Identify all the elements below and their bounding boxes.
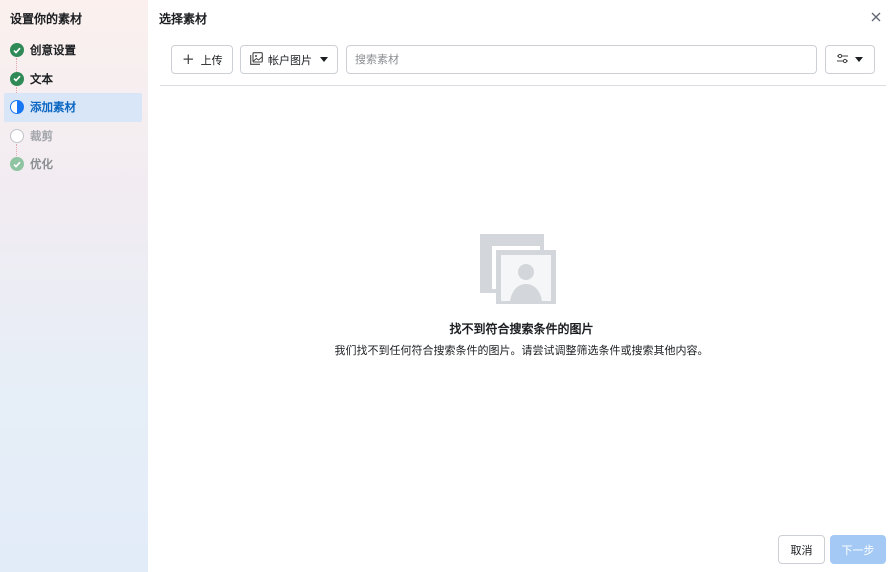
empty-state-message: 我们找不到任何符合搜索条件的图片。请尝试调整筛选条件或搜索其他内容。 (334, 344, 709, 357)
step-label: 优化 (30, 157, 53, 172)
close-icon[interactable] (869, 10, 883, 24)
check-circle-icon (10, 71, 24, 86)
caret-down-icon (855, 57, 863, 62)
account-images-dropdown[interactable]: 帐户图片 (240, 45, 338, 74)
step-creative-settings[interactable]: 创意设置 (4, 36, 142, 72)
media-picker-panel: 选择素材 + 上传 帐户图片 搜索素材 找不到符合搜索条件的图片 我们找不到任何… (148, 0, 895, 572)
step-list: 创意设置 文本 添加素材 裁剪 优化 (4, 36, 142, 179)
step-label: 文本 (30, 71, 53, 86)
step-label: 创意设置 (30, 43, 76, 58)
step-text[interactable]: 文本 (4, 65, 142, 101)
search-input[interactable] (346, 45, 817, 74)
image-icon (250, 51, 263, 68)
step-label: 添加素材 (30, 100, 76, 115)
image-placeholder-icon (480, 234, 558, 306)
caret-down-icon (320, 57, 328, 62)
sidebar-title: 设置你的素材 (10, 12, 83, 26)
upload-button[interactable]: + 上传 (171, 45, 233, 74)
next-button[interactable]: 下一步 (830, 535, 886, 564)
plus-icon: + (182, 50, 195, 68)
divider (160, 85, 886, 86)
empty-circle-icon (10, 128, 24, 143)
account-images-label: 帐户图片 (268, 53, 312, 67)
sidebar: 设置你的素材 创意设置 文本 添加素材 裁剪 优化 (0, 0, 148, 572)
step-optimize[interactable]: 优化 (4, 150, 142, 179)
check-circle-icon (10, 157, 24, 172)
filter-dropdown[interactable] (825, 45, 875, 74)
check-circle-icon (10, 43, 24, 58)
step-crop[interactable]: 裁剪 (4, 122, 142, 158)
toolbar: + 上传 帐户图片 (171, 45, 875, 74)
step-add-media[interactable]: 添加素材 (4, 93, 142, 122)
cancel-button[interactable]: 取消 (778, 535, 825, 564)
half-circle-icon (10, 100, 24, 115)
step-label: 裁剪 (30, 128, 53, 143)
dialog-title: 选择素材 (159, 12, 208, 26)
sliders-icon (836, 53, 849, 67)
upload-label: 上传 (200, 53, 223, 67)
empty-state-title: 找不到符合搜索条件的图片 (449, 322, 594, 336)
